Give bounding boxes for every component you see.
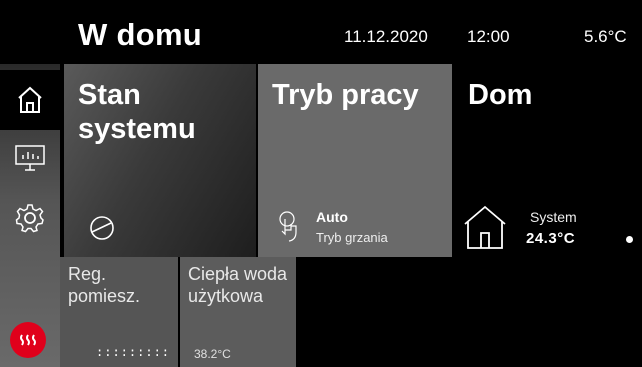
top-bar: W domu 11.12.2020 12:00 5.6°C [0, 0, 642, 64]
tile-system-title: Stan systemu [78, 79, 196, 145]
compressor-icon [90, 216, 114, 240]
status-dot [626, 236, 633, 243]
outdoor-temperature: 5.6°C [584, 27, 627, 46]
heating-button[interactable] [10, 322, 46, 358]
house-icon [464, 205, 506, 249]
water-temperature: 38.2°C [194, 347, 231, 361]
tile-reg-title: Reg. pomiesz. [68, 264, 141, 306]
home-temperature: 24.3°C [526, 230, 576, 247]
mode-subtitle: Tryb grzania [316, 230, 388, 245]
drag-handle[interactable]: ::::::::: [96, 345, 170, 359]
monitor-chart-icon [15, 145, 45, 171]
date-display: 11.12.2020 [344, 27, 428, 46]
sidebar-item-settings[interactable] [0, 188, 60, 248]
tile-home-title: Dom [468, 79, 533, 111]
sidebar-item-monitor[interactable] [0, 128, 60, 188]
time-display: 12:00 [467, 27, 510, 46]
tile-system-status[interactable]: Stan systemu [64, 64, 256, 257]
home-icon [18, 86, 42, 113]
tile-water-title: Ciepła woda użytkowa [188, 264, 288, 306]
tile-home[interactable]: Dom System 24.3°C [454, 64, 642, 257]
heat-waves-icon [20, 334, 36, 346]
tile-hot-water[interactable]: Ciepła woda użytkowa 38.2°C [180, 257, 296, 367]
tile-room-regulation[interactable]: Reg. pomiesz. ::::::::: [60, 257, 178, 367]
page-title: W domu [78, 17, 203, 52]
tile-operating-mode[interactable]: Tryb pracy Auto Tryb grzania [258, 64, 452, 257]
sidebar-item-home[interactable] [0, 70, 60, 130]
tile-mode-title: Tryb pracy [272, 79, 419, 111]
home-system-label: System [530, 209, 577, 225]
gear-icon [15, 204, 44, 233]
mode-value: Auto [316, 209, 348, 225]
touch-icon [279, 211, 297, 242]
